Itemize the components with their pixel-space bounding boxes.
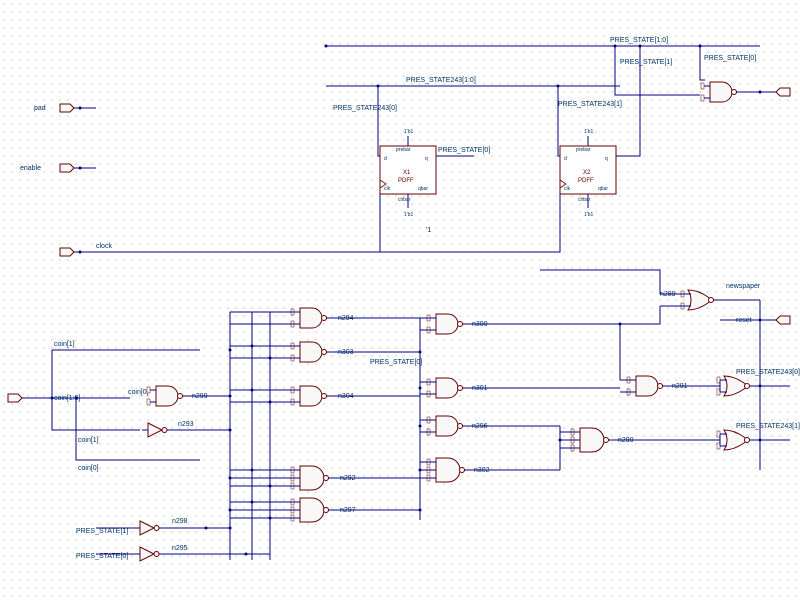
gate-n301: n301 bbox=[420, 378, 620, 398]
gate-ps243-1: PRES_STATE243[1] bbox=[717, 423, 800, 450]
gate-ps243-0: PRES_STATE243[0] bbox=[717, 369, 800, 396]
lbl-ps243-0b: PRES_STATE243[0] bbox=[736, 369, 800, 376]
port-coin: coin[1:0] coin[1] coin[0] coin[1] coin[0… bbox=[8, 341, 200, 472]
svg-text:1'b1: 1'b1 bbox=[404, 129, 414, 135]
port-pad: pad bbox=[34, 104, 96, 112]
net-ps1: PRES_STATE[1] bbox=[620, 59, 672, 66]
const-one: '1 bbox=[426, 227, 431, 234]
port-enable: enable bbox=[20, 164, 96, 172]
gate-n296: n296 bbox=[420, 416, 560, 436]
gate-n300: n300 bbox=[420, 314, 540, 334]
x1-name: X1 bbox=[403, 170, 411, 176]
inv-ps1: PRES_STATE[1] n298 bbox=[76, 518, 230, 535]
coin1b-label: coin[1] bbox=[78, 437, 99, 444]
gate-n289: n289 newspaper bbox=[660, 283, 761, 310]
gate-n302: n302 bbox=[420, 458, 560, 482]
lbl-ps0b: PRES_STATE[0] bbox=[370, 359, 422, 366]
svg-text:clk: clk bbox=[384, 186, 391, 192]
gate-n299: n299 bbox=[147, 386, 230, 406]
svg-text:1'b1: 1'b1 bbox=[404, 212, 414, 218]
clock-label: clock bbox=[96, 243, 112, 250]
svg-text:clrbar: clrbar bbox=[578, 197, 591, 203]
svg-text:q: q bbox=[425, 156, 428, 162]
svg-text:d: d bbox=[564, 156, 567, 162]
net-ps0: PRES_STATE[0] bbox=[704, 55, 756, 62]
gate-n297: n297 bbox=[230, 498, 420, 522]
svg-text:clrbar: clrbar bbox=[398, 197, 411, 203]
flipflop-x2: X2 PDFF d q clk qbar prebar clrbar 1'b1 … bbox=[558, 45, 642, 219]
gate-n294: n294 bbox=[230, 308, 420, 328]
gate-n291: n291 bbox=[620, 376, 720, 396]
lbl-newspaper: newspaper bbox=[726, 283, 761, 290]
gate-n293: n293 bbox=[142, 421, 230, 437]
inv-ps0: PRES_STATE[0] n295 bbox=[76, 545, 270, 561]
svg-text:prebar: prebar bbox=[396, 147, 411, 153]
port-clock: clock bbox=[60, 190, 560, 256]
net-ps243-bus: PRES_STATE243[1:0] bbox=[406, 77, 476, 84]
net-ps243-0: PRES_STATE243[0] bbox=[333, 105, 397, 112]
x2-name: X2 bbox=[583, 170, 591, 176]
svg-text:1'b1: 1'b1 bbox=[584, 212, 594, 218]
svg-text:1'b1: 1'b1 bbox=[584, 129, 594, 135]
lbl-ps243-1b: PRES_STATE243[1] bbox=[736, 423, 800, 430]
svg-text:qbar: qbar bbox=[418, 186, 428, 192]
x1-type: PDFF bbox=[398, 178, 414, 184]
gate-n292: n292 bbox=[230, 466, 420, 490]
enable-label: enable bbox=[20, 165, 41, 172]
svg-text:d: d bbox=[384, 156, 387, 162]
coin0-label: coin[0] bbox=[78, 465, 99, 472]
lbl-n295: n295 bbox=[172, 545, 188, 552]
svg-text:q: q bbox=[605, 156, 608, 162]
coin0b-label: coin[0] bbox=[128, 389, 149, 396]
gate-n303: n303 PRES_STATE[0] bbox=[230, 342, 422, 366]
lbl-n293: n293 bbox=[178, 421, 194, 428]
svg-text:prebar: prebar bbox=[576, 147, 591, 153]
x1-q-net: PRES_STATE[0] bbox=[438, 147, 490, 154]
gate-n290: n290 bbox=[560, 428, 720, 452]
net-pres-state-bus: PRES_STATE[1:0] bbox=[610, 37, 668, 44]
gate-top-nand bbox=[701, 82, 790, 102]
svg-text:clk: clk bbox=[564, 186, 571, 192]
lbl-n298: n298 bbox=[172, 518, 188, 525]
svg-text:qbar: qbar bbox=[598, 186, 608, 192]
pad-label: pad bbox=[34, 105, 46, 112]
lbl-ps1-inv: PRES_STATE[1] bbox=[76, 528, 128, 535]
x2-type: PDFF bbox=[578, 178, 594, 184]
net-ps243-1: PRES_STATE243[1] bbox=[558, 101, 622, 108]
gate-n304: n304 bbox=[230, 386, 420, 406]
coin1-label: coin[1] bbox=[54, 341, 75, 348]
port-reset: reset bbox=[720, 316, 790, 324]
